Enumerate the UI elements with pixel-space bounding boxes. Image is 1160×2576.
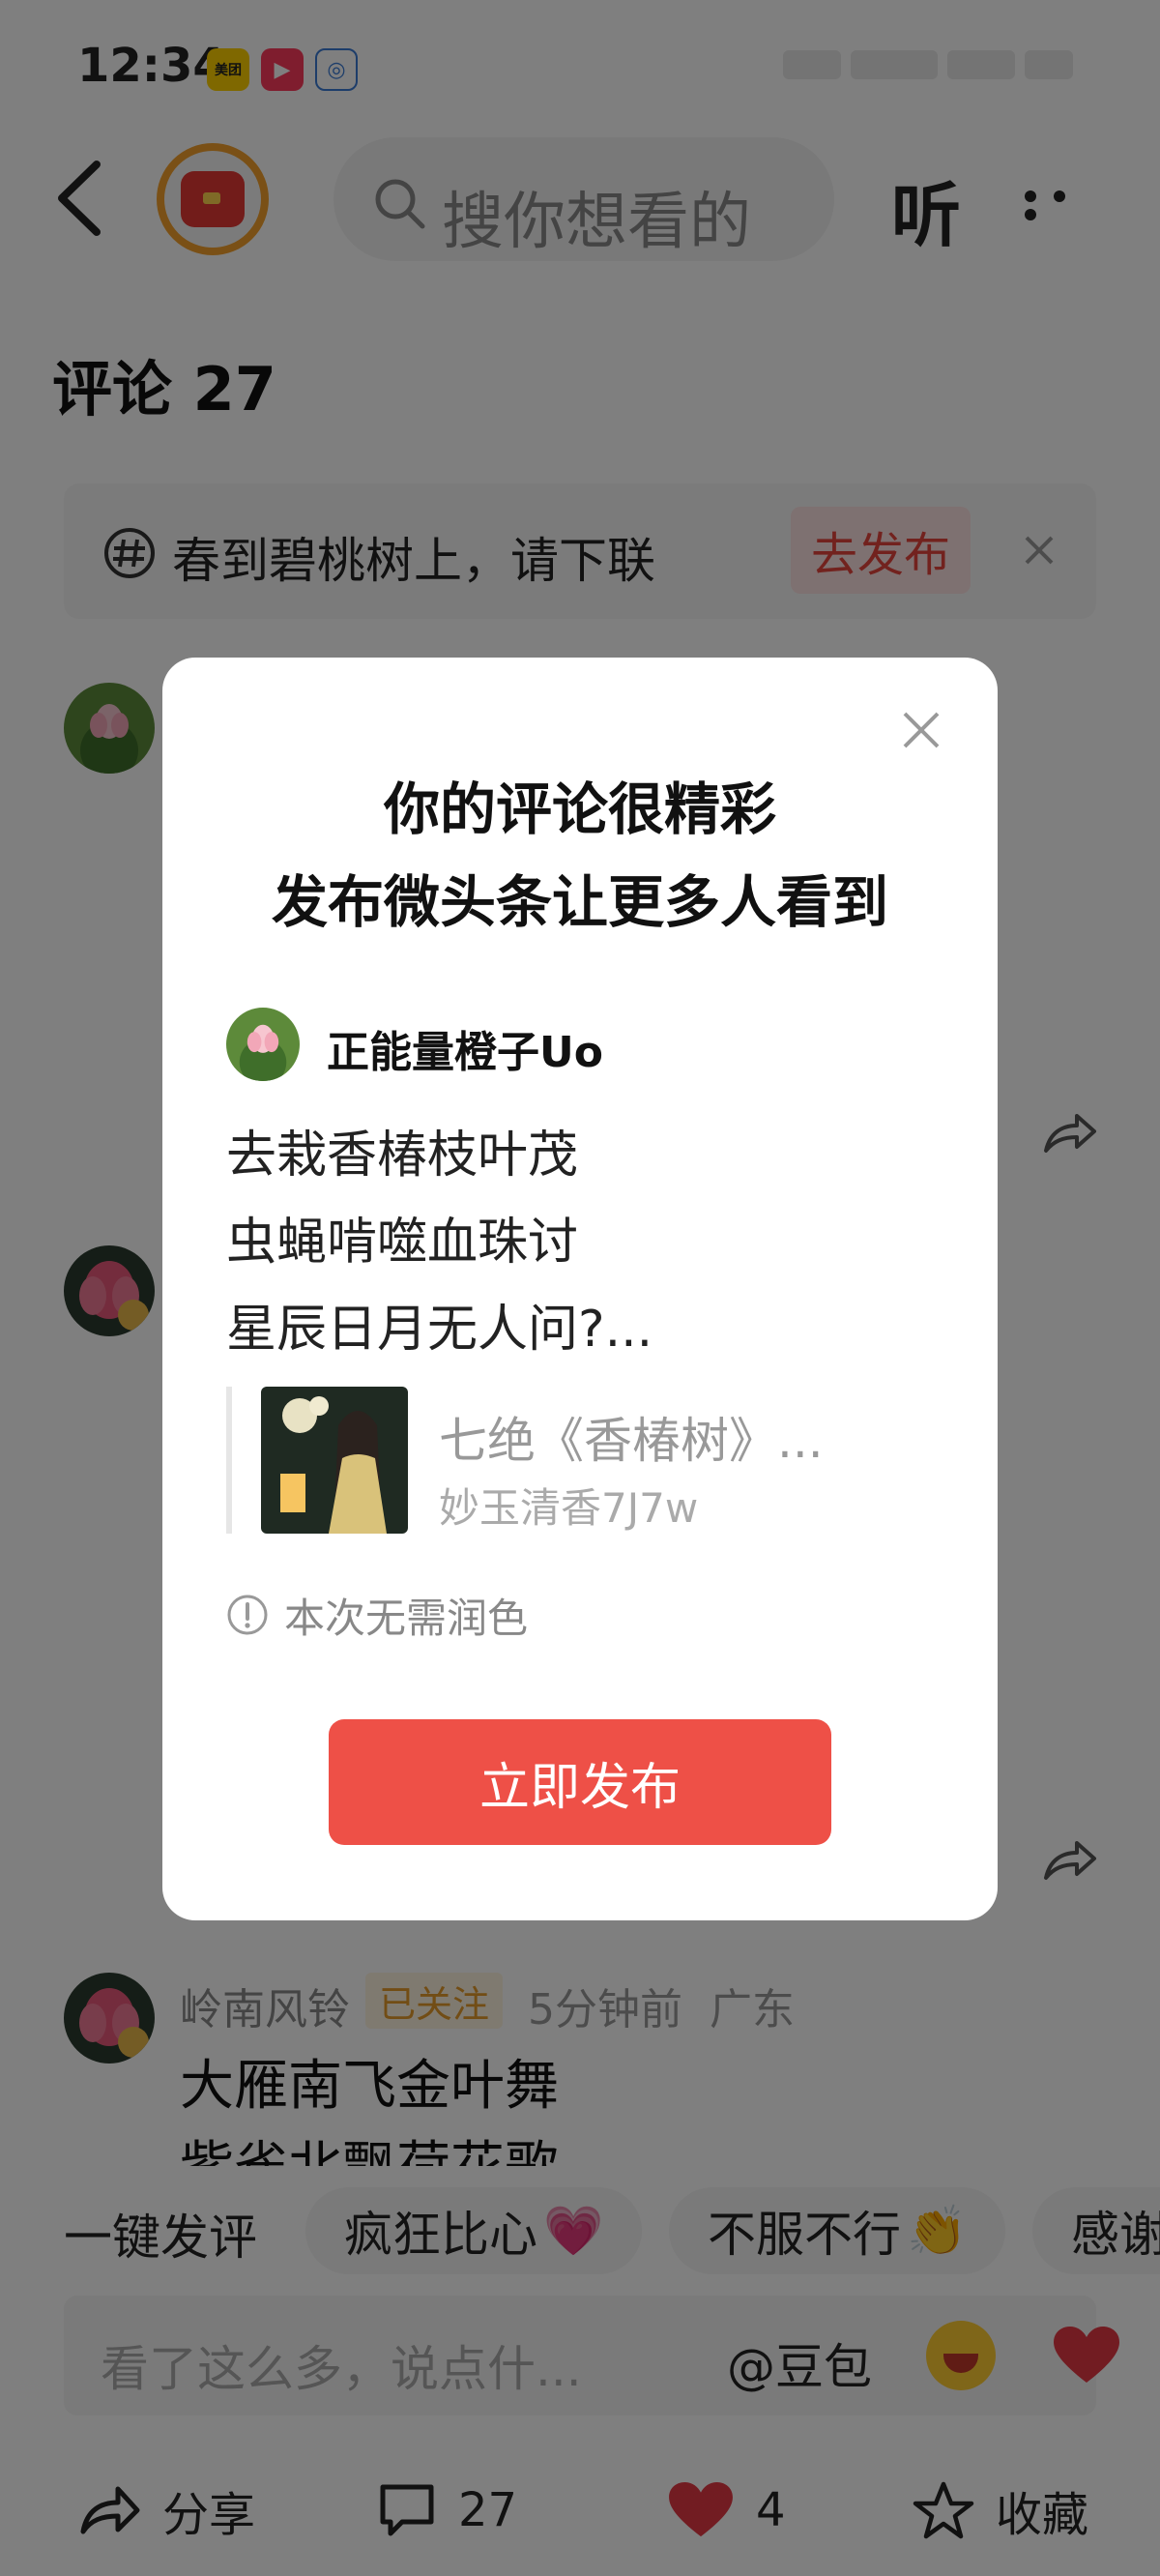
dialog-subtitle: 发布微头条让更多人看到 (271, 869, 888, 935)
info-icon (227, 1595, 268, 1635)
article-title: 七绝《香椿树》... (439, 1413, 824, 1469)
notice-text: 本次无需润色 (284, 1594, 529, 1642)
avatar (226, 1008, 300, 1081)
dialog-title: 你的评论很精彩 (383, 776, 776, 842)
poem-line: 去栽香椿枝叶茂 (226, 1127, 579, 1185)
polish-notice: 本次无需润色 (226, 1586, 528, 1644)
quoted-article: 七绝《香椿树》... 妙玉清香7J7w (226, 1387, 903, 1534)
article-author: 妙玉清香7J7w (439, 1484, 699, 1532)
poem-line: 星辰日月无人问?... (226, 1301, 653, 1359)
close-icon[interactable] (897, 706, 945, 754)
publish-now-button[interactable]: 立即发布 (329, 1719, 831, 1845)
article-thumbnail (261, 1387, 408, 1534)
publish-dialog: 你的评论很精彩 发布微头条让更多人看到 正能量橙子Uo 去栽香椿枝叶茂 虫蝇啃噬… (162, 658, 998, 1920)
author-name: 正能量橙子Uo (327, 1028, 603, 1077)
poem-line: 虫蝇啃噬血珠讨 (226, 1214, 579, 1272)
